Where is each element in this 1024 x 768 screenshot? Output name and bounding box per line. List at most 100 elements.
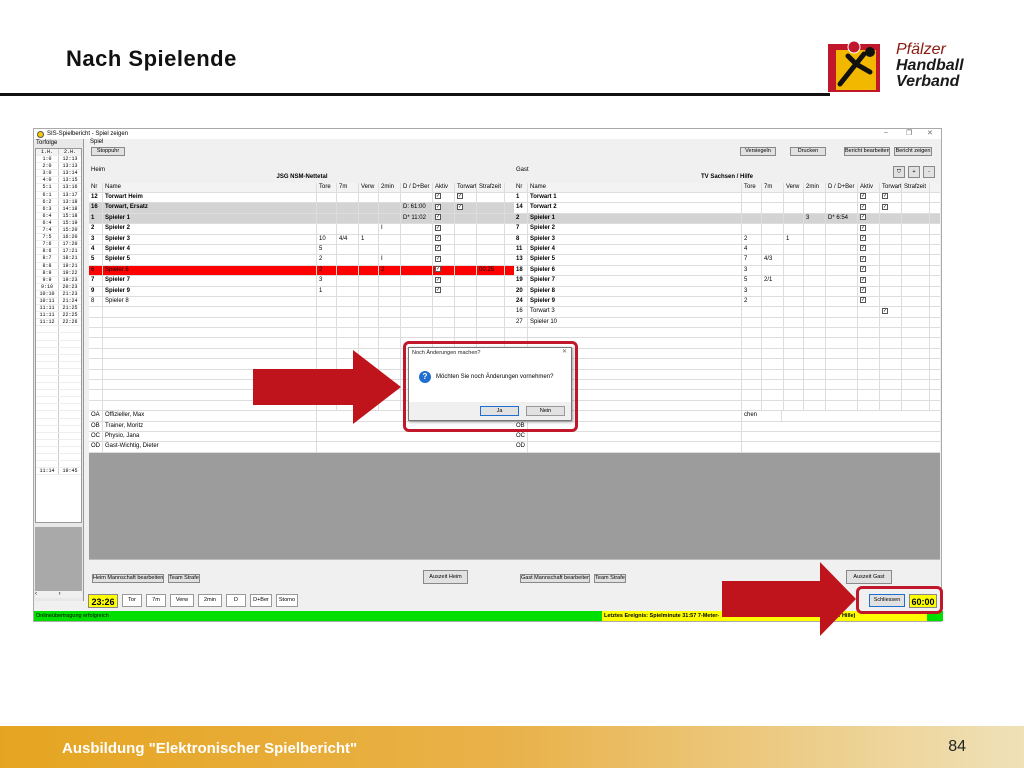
collapse-button[interactable]: - xyxy=(923,166,935,178)
active-checkbox[interactable]: ✓ xyxy=(435,245,441,252)
home-column-header[interactable]: 2min xyxy=(379,183,401,192)
home-column-header[interactable]: Tore xyxy=(317,183,337,192)
minimize-icon[interactable]: – xyxy=(884,129,888,136)
active-checkbox[interactable]: ✓ xyxy=(860,255,866,262)
goal-sequence-table[interactable]: 1.H. 2.H. 1:0 12:13 2:0 13:13 3:0 13:14 4:0 13:15… xyxy=(35,148,82,523)
home-timeout-button[interactable]: Auszeit Heim xyxy=(423,570,468,584)
active-checkbox[interactable]: ✓ xyxy=(860,286,866,293)
home-official-row[interactable]: OC Physio, Jana xyxy=(89,431,515,443)
guest-player-row[interactable]: 18 Spieler 6 3 ✓ xyxy=(514,265,940,277)
filter-icon[interactable]: ⛉ xyxy=(893,166,905,178)
stopwatch-button[interactable]: Stoppuhr xyxy=(91,147,125,156)
home-player-row[interactable]: 6 Spieler 6 2 2 ✓ 00:25 xyxy=(89,265,515,277)
guest-column-header[interactable]: Tore xyxy=(742,183,762,192)
ticker-scrollbar[interactable]: ‹ › xyxy=(35,591,82,598)
guest-column-header[interactable]: Aktiv xyxy=(858,183,880,192)
print-button[interactable]: Drucken xyxy=(790,147,826,156)
guest-column-header[interactable]: Verw xyxy=(784,183,804,192)
guest-column-header[interactable]: 2min xyxy=(804,183,826,192)
active-checkbox[interactable]: ✓ xyxy=(435,224,441,231)
home-column-header[interactable]: 7m xyxy=(337,183,359,192)
warning-button[interactable]: Verw xyxy=(170,594,194,607)
disqualification-button[interactable]: D xyxy=(226,594,246,607)
guest-column-header[interactable]: Nr xyxy=(514,183,528,192)
home-player-row[interactable]: 2 Spieler 2 I ✓ xyxy=(89,224,515,235)
guest-column-header[interactable]: D / D+Ber xyxy=(826,183,858,192)
guest-player-row[interactable]: 27 Spieler 10 xyxy=(514,317,940,329)
active-checkbox[interactable]: ✓ xyxy=(860,234,866,241)
active-checkbox[interactable]: ✓ xyxy=(860,297,866,304)
maximize-icon[interactable]: ❐ xyxy=(906,129,912,137)
active-checkbox[interactable]: ✓ xyxy=(435,214,441,221)
active-checkbox[interactable]: ✓ xyxy=(435,203,441,210)
expand-button[interactable]: + xyxy=(908,166,920,178)
guest-edit-team-button[interactable]: Gast Mannschaft bearbeiten xyxy=(520,574,590,583)
active-checkbox[interactable]: ✓ xyxy=(435,234,441,241)
goalkeeper-checkbox[interactable]: ✓ xyxy=(882,193,888,200)
guest-player-row[interactable]: 16 Torwart 3 ✓ xyxy=(514,307,940,318)
home-edit-team-button[interactable]: Heim Mannschaft bearbeiten xyxy=(92,574,164,583)
guest-player-row[interactable]: 2 Spieler 1 3 D* 6:54 ✓ xyxy=(514,213,940,225)
home-column-header[interactable]: D / D+Ber xyxy=(401,183,433,192)
guest-player-row[interactable]: 7 Spieler 2 ✓ xyxy=(514,224,940,235)
home-team-penalty-button[interactable]: Team Strafe xyxy=(168,574,200,583)
guest-column-header[interactable]: Name xyxy=(528,183,742,192)
close-icon[interactable]: ✕ xyxy=(927,129,933,137)
active-checkbox[interactable]: ✓ xyxy=(435,286,441,293)
disqualification-report-button[interactable]: D+Ber xyxy=(250,594,272,607)
active-checkbox[interactable]: ✓ xyxy=(435,193,441,200)
two-minute-button[interactable]: 2min xyxy=(198,594,222,607)
active-checkbox[interactable]: ✓ xyxy=(860,276,866,283)
active-checkbox[interactable]: ✓ xyxy=(860,266,866,273)
home-column-header[interactable]: Name xyxy=(103,183,317,192)
goalkeeper-checkbox[interactable]: ✓ xyxy=(457,193,463,200)
home-player-row[interactable]: 1 Spieler 1 D* 11:02 ✓ xyxy=(89,213,515,225)
home-column-header[interactable]: Strafzeit xyxy=(477,183,505,192)
cancel-event-button[interactable]: Storno xyxy=(276,594,298,607)
goalkeeper-checkbox[interactable]: ✓ xyxy=(882,203,888,210)
home-player-row[interactable]: 12 Torwart Heim ✓ ✓ xyxy=(89,193,515,204)
guest-player-row[interactable]: 8 Spieler 3 2 1 ✓ xyxy=(514,234,940,245)
active-checkbox[interactable]: ✓ xyxy=(435,266,441,273)
home-player-row[interactable]: 7 Spieler 7 3 ✓ xyxy=(89,276,515,287)
home-column-header[interactable]: Nr xyxy=(89,183,103,192)
home-player-row[interactable]: 9 Spieler 9 1 ✓ xyxy=(89,286,515,297)
active-checkbox[interactable]: ✓ xyxy=(860,193,866,200)
guest-column-header[interactable]: Torwart xyxy=(880,183,902,192)
goalkeeper-checkbox[interactable]: ✓ xyxy=(882,307,888,314)
home-player-row[interactable]: 5 Spieler 5 2 I ✓ xyxy=(89,255,515,266)
home-horizontal-scrollbar[interactable] xyxy=(89,559,515,567)
guest-player-row[interactable]: 1 Torwart 1 ✓ ✓ xyxy=(514,193,940,204)
guest-official-row[interactable]: OC xyxy=(514,431,940,443)
guest-column-header[interactable]: 7m xyxy=(762,183,784,192)
goal-button[interactable]: Tor xyxy=(122,594,142,607)
home-column-header[interactable]: Torwart xyxy=(455,183,477,192)
active-checkbox[interactable]: ✓ xyxy=(860,214,866,221)
home-column-header[interactable]: Verw xyxy=(359,183,379,192)
guest-player-row[interactable]: 13 Spieler 5 7 4/3 ✓ xyxy=(514,255,940,266)
guest-team-penalty-button[interactable]: Team Strafe xyxy=(594,574,626,583)
guest-player-row[interactable]: 20 Spieler 8 3 ✓ xyxy=(514,286,940,297)
active-checkbox[interactable]: ✓ xyxy=(435,255,441,262)
show-report-button[interactable]: Bericht zeigen xyxy=(894,147,932,156)
active-checkbox[interactable]: ✓ xyxy=(860,203,866,210)
home-official-row[interactable]: OD Gast-Wichtig, Dieter xyxy=(89,442,515,453)
seal-button[interactable]: Versiegeln xyxy=(740,147,776,156)
active-checkbox[interactable]: ✓ xyxy=(860,245,866,252)
guest-player-row[interactable]: 14 Torwart 2 ✓ ✓ xyxy=(514,203,940,214)
guest-column-header[interactable]: Strafzeit xyxy=(902,183,930,192)
home-player-row[interactable]: 16 Torwart, Ersatz D: 61:00 ✓ ✓ xyxy=(89,203,515,214)
seven-meter-button[interactable]: 7m xyxy=(146,594,166,607)
home-player-row[interactable]: 3 Spieler 3 10 4/4 1 ✓ xyxy=(89,234,515,245)
guest-player-row[interactable]: 11 Spieler 4 4 ✓ xyxy=(514,244,940,256)
active-checkbox[interactable]: ✓ xyxy=(435,276,441,283)
edit-report-button[interactable]: Bericht bearbeiten xyxy=(844,147,890,156)
home-player-row[interactable]: 8 Spieler 8 xyxy=(89,296,515,308)
home-column-header[interactable]: Aktiv xyxy=(433,183,455,192)
guest-player-row[interactable]: 24 Spieler 9 2 ✓ xyxy=(514,296,940,308)
guest-player-row[interactable]: 19 Spieler 7 5 2/1 ✓ xyxy=(514,276,940,287)
guest-official-row[interactable]: OD xyxy=(514,442,940,453)
goalkeeper-checkbox[interactable]: ✓ xyxy=(457,203,463,210)
home-player-row[interactable]: 4 Spieler 4 5 ✓ xyxy=(89,244,515,256)
active-checkbox[interactable]: ✓ xyxy=(860,224,866,231)
